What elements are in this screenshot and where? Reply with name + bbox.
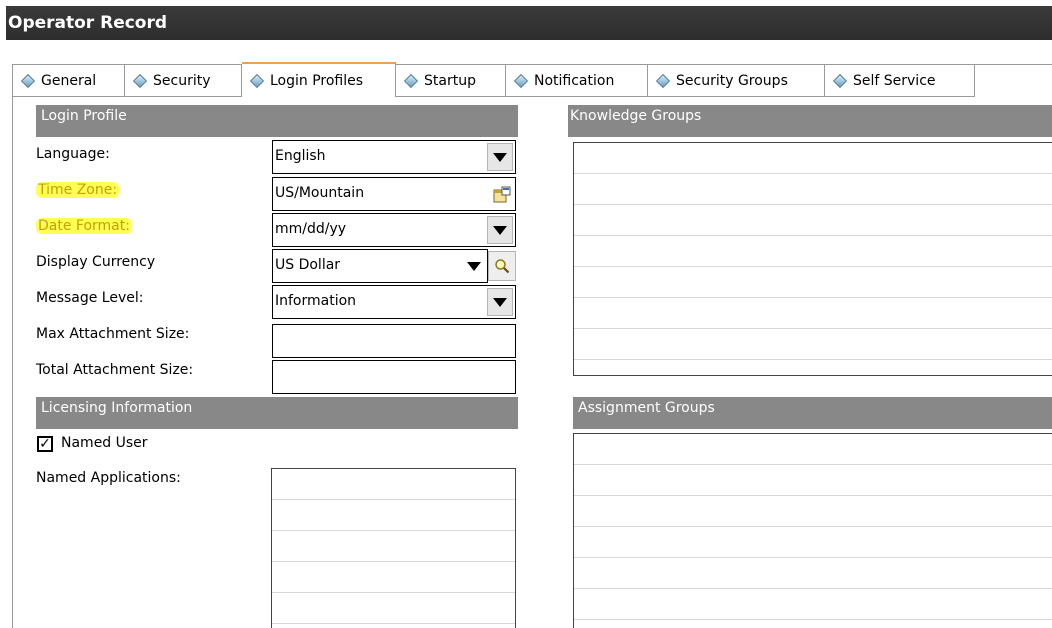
named-user-label: Named User [61,435,148,451]
licensing-header: Licensing Information [36,397,518,429]
chevron-down-icon[interactable] [487,143,513,171]
list-item[interactable] [272,531,515,562]
tab-login-profiles[interactable]: Login Profiles [242,62,396,97]
timezone-label: Time Zone: [36,182,120,198]
timezone-field[interactable]: US/Mountain [272,177,516,211]
date-format-value: mm/dd/yy [275,221,347,237]
panel-border [12,95,13,628]
chevron-down-icon[interactable] [463,252,485,280]
currency-select[interactable]: US Dollar [272,249,488,283]
currency-label: Display Currency [36,254,156,270]
window-title: Operator Record [6,6,1052,40]
date-format-select[interactable]: mm/dd/yy [272,213,516,247]
list-item[interactable] [272,593,515,624]
magnifier-icon[interactable] [488,251,516,281]
diamond-icon [832,73,848,88]
named-applications-list[interactable] [271,468,516,628]
list-item[interactable] [574,465,1052,496]
list-item[interactable] [272,469,515,500]
list-item[interactable] [574,236,1052,267]
tab-general[interactable]: General [12,65,125,97]
diamond-icon [403,73,419,88]
list-item[interactable] [574,329,1052,360]
tab-label: Notification [534,72,615,89]
chevron-down-icon[interactable] [487,288,513,316]
list-item[interactable] [574,205,1052,236]
list-item[interactable] [574,496,1052,527]
knowledge-groups-header: Knowledge Groups [568,105,1052,137]
tab-startup[interactable]: Startup [396,65,506,97]
diamond-icon [249,73,265,88]
list-item[interactable] [574,527,1052,558]
tab-label: General [41,72,97,89]
max-attachment-input[interactable] [272,324,516,358]
assignment-groups-header: Assignment Groups [573,397,1052,429]
total-attachment-label: Total Attachment Size: [36,362,194,378]
tab-label: Security Groups [676,72,788,89]
login-profile-header: Login Profile [36,105,518,137]
tab-self-service[interactable]: Self Service [825,65,975,97]
total-attachment-input[interactable] [272,360,516,394]
date-format-label-text: Date Format: [36,218,132,234]
diamond-icon [513,73,529,88]
language-select[interactable]: English [272,140,516,174]
tab-label: Startup [424,72,476,89]
message-level-select[interactable]: Information [272,285,516,319]
tab-label: Self Service [853,72,936,89]
language-label: Language: [36,146,110,162]
diamond-icon [132,73,148,88]
list-item[interactable] [574,589,1052,620]
tab-security[interactable]: Security [125,65,242,97]
named-applications-label: Named Applications: [36,470,181,486]
check-icon: ✓ [39,436,51,452]
list-item[interactable] [574,298,1052,329]
tab-bar: General Security Login Profiles Startup … [12,62,1052,97]
date-format-label: Date Format: [36,218,132,234]
chevron-down-icon[interactable] [487,216,513,244]
diamond-icon [655,73,671,88]
tab-security-groups[interactable]: Security Groups [648,65,825,97]
timezone-value: US/Mountain [275,185,365,201]
list-item[interactable] [574,267,1052,298]
list-item[interactable] [272,500,515,531]
currency-value: US Dollar [275,257,341,273]
timezone-label-text: Time Zone: [36,182,120,198]
knowledge-groups-list[interactable] [573,142,1052,376]
list-item[interactable] [574,174,1052,205]
tab-notification[interactable]: Notification [506,65,648,97]
calendar-picker-icon[interactable] [493,185,511,203]
diamond-icon [20,73,36,88]
assignment-groups-list[interactable] [573,433,1052,628]
message-level-label: Message Level: [36,290,144,306]
list-item[interactable] [574,143,1052,174]
max-attachment-label: Max Attachment Size: [36,326,190,342]
message-level-value: Information [275,293,357,309]
list-item[interactable] [272,562,515,593]
named-user-checkbox[interactable]: ✓ [37,436,53,452]
list-item[interactable] [574,434,1052,465]
list-item[interactable] [574,558,1052,589]
tab-label: Security [153,72,211,89]
language-value: English [275,148,326,164]
tab-label: Login Profiles [270,72,364,89]
